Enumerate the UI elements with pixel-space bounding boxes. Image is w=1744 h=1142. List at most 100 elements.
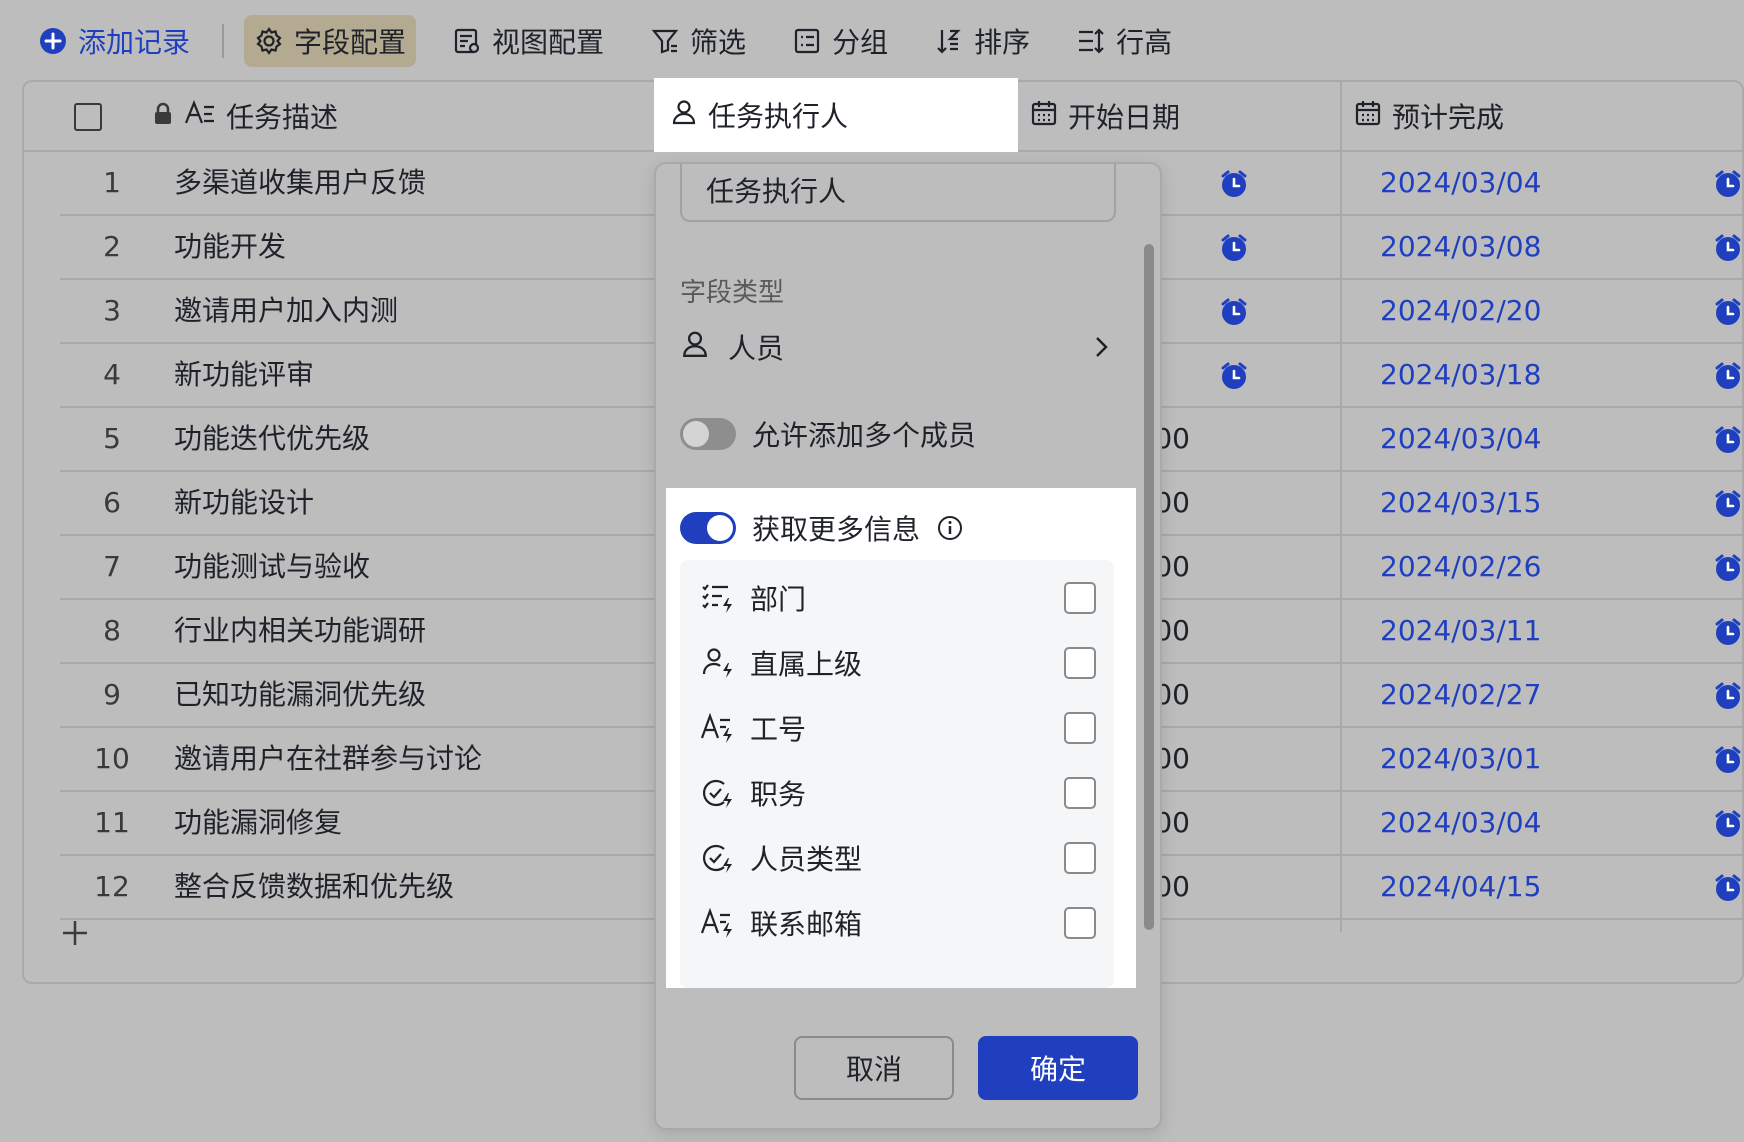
allow-multiple-switch[interactable] <box>680 418 736 450</box>
alarm-clock-icon[interactable] <box>1712 616 1742 648</box>
task-desc-cell[interactable]: 邀请用户在社群参与讨论 <box>174 728 482 790</box>
manager-icon <box>700 645 736 681</box>
column-header-start-date[interactable]: 开始日期 <box>1030 82 1180 150</box>
alarm-clock-icon[interactable] <box>1712 552 1742 584</box>
more-info-row: 获取更多信息 <box>680 508 964 548</box>
alarm-clock-icon[interactable] <box>1712 680 1742 712</box>
column-title: 任务描述 <box>226 101 339 134</box>
extra-field-item[interactable]: 直属上级 <box>700 633 1096 693</box>
view-config-button[interactable]: 视图配置 <box>442 15 614 67</box>
extra-field-label: 人员类型 <box>750 843 863 876</box>
add-record-button[interactable]: 添加记录 <box>28 15 200 67</box>
extra-field-checkbox[interactable] <box>1064 907 1096 939</box>
chevron-right-icon <box>1086 332 1116 362</box>
row-number: 1 <box>103 166 121 199</box>
expected-finish-cell[interactable]: 2024/03/04 <box>1380 408 1541 470</box>
task-desc-cell[interactable]: 行业内相关功能调研 <box>174 600 426 662</box>
alarm-clock-icon[interactable] <box>1712 488 1742 520</box>
toolbar: 添加记录 字段配置 视图配置 筛选 分组 排序 行高 <box>0 0 1744 82</box>
alarm-clock-icon[interactable] <box>1712 744 1742 776</box>
field-type-select[interactable]: 人员 <box>680 322 1116 372</box>
cancel-button[interactable]: 取消 <box>794 1036 954 1100</box>
task-desc-cell[interactable]: 功能漏洞修复 <box>174 792 342 854</box>
extra-field-checkbox[interactable] <box>1064 777 1096 809</box>
column-header-task-desc[interactable]: 任务描述 <box>152 82 338 150</box>
task-desc-cell[interactable]: 多渠道收集用户反馈 <box>174 152 426 214</box>
extra-field-checkbox[interactable] <box>1064 647 1096 679</box>
expected-finish-cell[interactable]: 2024/04/15 <box>1380 856 1541 918</box>
column-header-assignee[interactable]: 任务执行人 <box>654 78 1018 152</box>
alarm-clock-icon[interactable] <box>1712 360 1742 392</box>
task-desc-cell[interactable]: 邀请用户加入内测 <box>174 280 398 342</box>
expected-finish-cell[interactable]: 2024/03/18 <box>1380 344 1541 406</box>
task-desc-cell[interactable]: 新功能评审 <box>174 344 314 406</box>
row-number: 12 <box>94 870 130 903</box>
text-lightning-icon <box>700 710 736 746</box>
row-height-button[interactable]: 行高 <box>1066 15 1182 67</box>
expected-finish-cell[interactable]: 2024/03/04 <box>1380 792 1541 854</box>
extra-field-label: 部门 <box>750 583 807 616</box>
add-row-plus-icon[interactable] <box>60 918 90 948</box>
alarm-clock-icon[interactable] <box>1712 424 1742 456</box>
column-title: 开始日期 <box>1068 101 1181 134</box>
task-desc-cell[interactable]: 功能开发 <box>174 216 286 278</box>
alarm-clock-icon[interactable] <box>1218 168 1250 200</box>
panel-scrollbar[interactable] <box>1144 244 1154 930</box>
alarm-clock-icon[interactable] <box>1218 360 1250 392</box>
lock-icon <box>152 100 174 133</box>
sort-button[interactable]: 排序 <box>924 15 1040 67</box>
extra-field-label: 直属上级 <box>750 648 863 681</box>
alarm-clock-icon[interactable] <box>1712 296 1742 328</box>
extra-field-checkbox[interactable] <box>1064 712 1096 744</box>
extra-field-item[interactable]: 人员类型 <box>700 828 1096 888</box>
expected-finish-cell[interactable]: 2024/03/08 <box>1380 216 1541 278</box>
extra-field-item[interactable]: 联系邮箱 <box>700 893 1096 953</box>
task-desc-cell[interactable]: 功能测试与验收 <box>174 536 370 598</box>
filter-button[interactable]: 筛选 <box>640 15 756 67</box>
field-config-label: 字段配置 <box>294 26 407 59</box>
expected-finish-cell[interactable]: 2024/02/20 <box>1380 280 1541 342</box>
field-type-value: 人员 <box>728 332 785 365</box>
expected-finish-cell[interactable]: 2024/02/27 <box>1380 664 1541 726</box>
extra-field-list: 部门直属上级工号 职务人员类型联系邮箱 <box>680 560 1114 988</box>
task-desc-cell[interactable]: 功能迭代优先级 <box>174 408 370 470</box>
extra-field-checkbox[interactable] <box>1064 842 1096 874</box>
add-record-label: 添加记录 <box>78 26 191 59</box>
alarm-clock-icon[interactable] <box>1712 168 1742 200</box>
row-number: 10 <box>94 742 130 775</box>
extra-field-checkbox[interactable] <box>1064 582 1096 614</box>
view-config-icon <box>452 26 482 56</box>
column-header-expected-finish[interactable]: 预计完成 <box>1354 82 1504 150</box>
extra-field-item[interactable]: 工号 <box>700 698 1096 758</box>
expected-finish-cell[interactable]: 2024/03/15 <box>1380 472 1541 534</box>
expected-finish-cell[interactable]: 2024/03/01 <box>1380 728 1541 790</box>
row-number: 2 <box>103 230 121 263</box>
row-height-label: 行高 <box>1116 26 1173 59</box>
alarm-clock-icon[interactable] <box>1712 808 1742 840</box>
more-info-switch[interactable] <box>680 512 736 544</box>
row-number: 8 <box>103 614 121 647</box>
group-button[interactable]: 分组 <box>782 15 898 67</box>
field-name-input[interactable]: 任务执行人 <box>680 164 1116 222</box>
group-icon <box>792 26 822 56</box>
alarm-clock-icon[interactable] <box>1712 872 1742 904</box>
group-label: 分组 <box>832 26 889 59</box>
confirm-button[interactable]: 确定 <box>978 1036 1138 1100</box>
expected-finish-cell[interactable]: 2024/03/04 <box>1380 152 1541 214</box>
task-desc-cell[interactable]: 已知功能漏洞优先级 <box>174 664 426 726</box>
alarm-clock-icon[interactable] <box>1712 232 1742 264</box>
select-all-checkbox[interactable] <box>74 103 102 131</box>
column-title: 任务执行人 <box>708 100 849 133</box>
option-lightning-icon <box>700 775 736 811</box>
task-desc-cell[interactable]: 整合反馈数据和优先级 <box>174 856 454 918</box>
expected-finish-cell[interactable]: 2024/03/11 <box>1380 600 1541 662</box>
task-desc-cell[interactable]: 新功能设计 <box>174 472 314 534</box>
field-config-button[interactable]: 字段配置 <box>244 15 417 67</box>
alarm-clock-icon[interactable] <box>1218 232 1250 264</box>
extra-field-item[interactable]: 部门 <box>700 568 1096 628</box>
info-icon[interactable] <box>936 514 964 542</box>
extra-field-item[interactable]: 职务 <box>700 763 1096 823</box>
alarm-clock-icon[interactable] <box>1218 296 1250 328</box>
expected-finish-cell[interactable]: 2024/02/26 <box>1380 536 1541 598</box>
more-info-section: 获取更多信息 部门直属上级工号 职务人员类型联系邮箱 <box>666 488 1136 988</box>
